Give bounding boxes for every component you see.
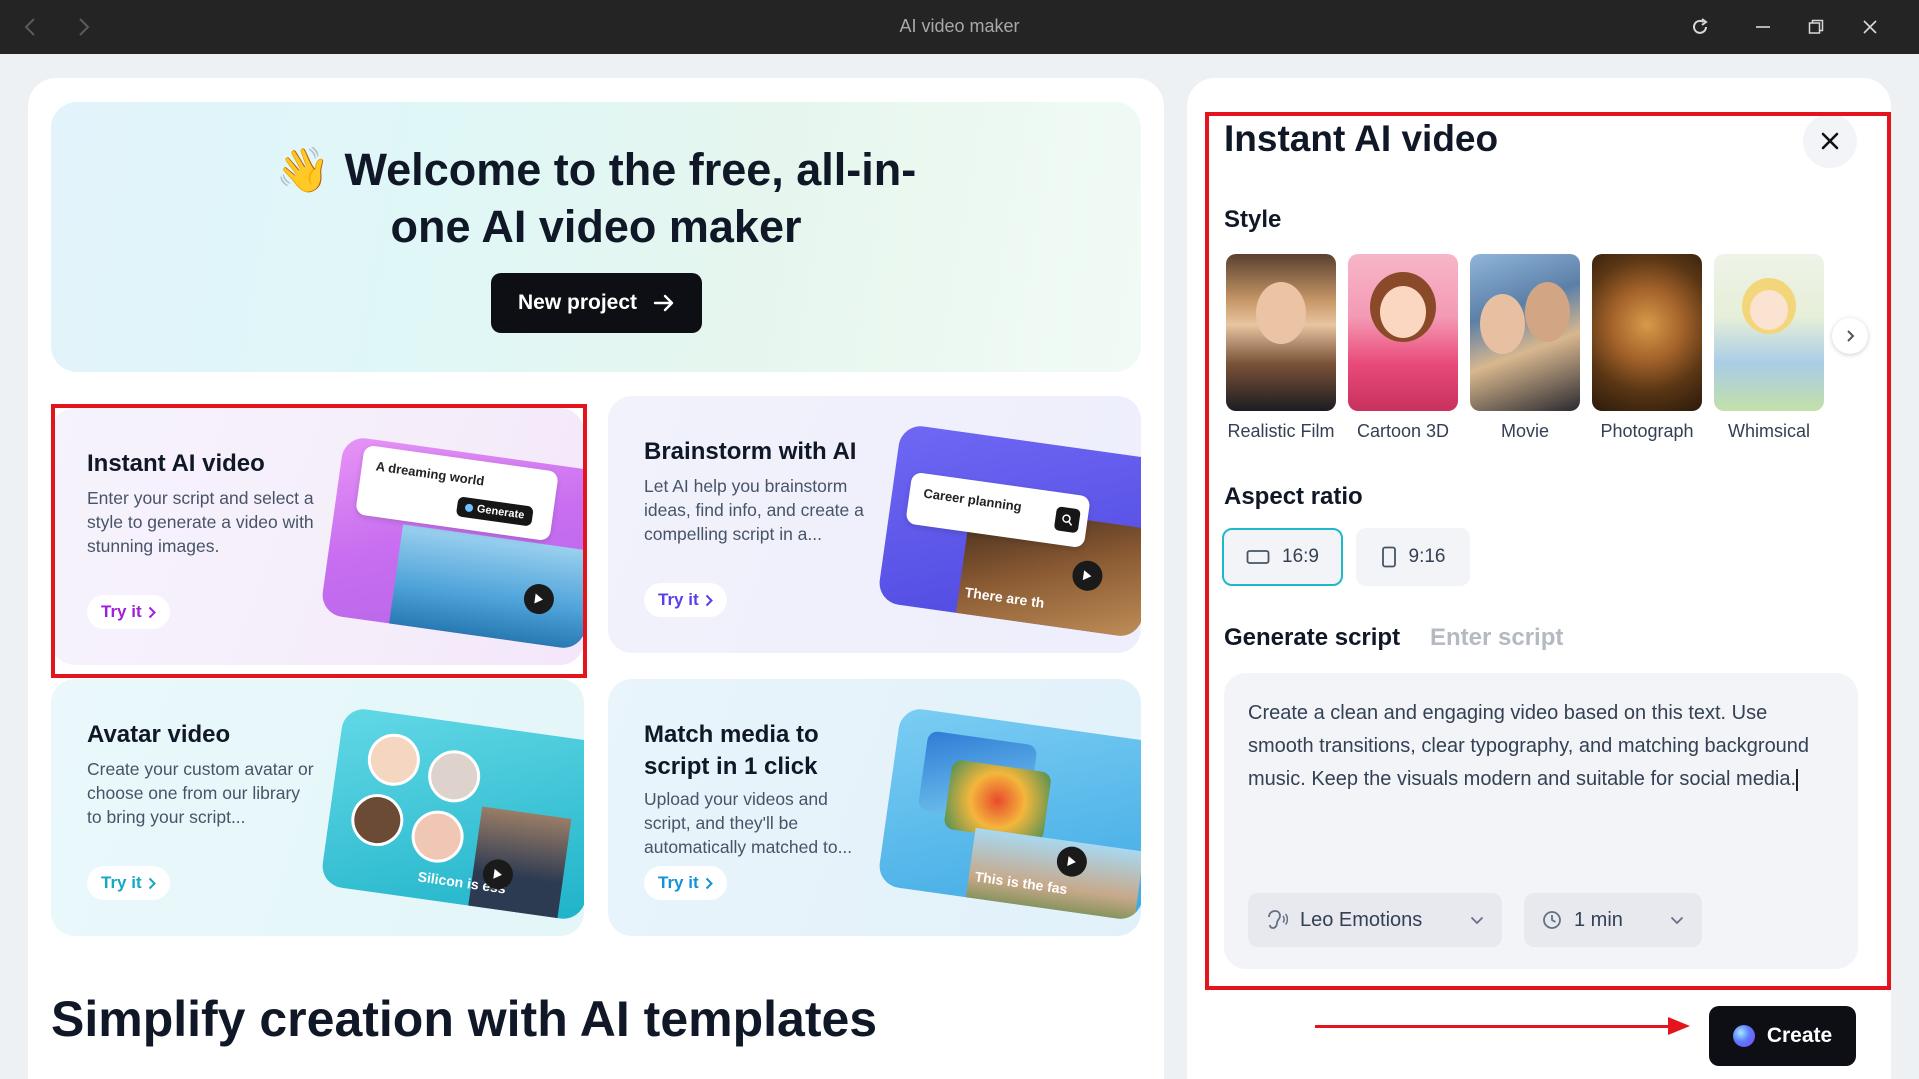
create-label: Create [1766,1024,1833,1047]
create-button[interactable]: Create [1709,1006,1856,1066]
chevron-right-icon [705,877,713,889]
chevron-right-icon [148,877,156,889]
try-it-label: Try it [658,590,699,609]
avatar-video-card[interactable]: Avatar video Create your custom avatar o… [51,679,584,936]
welcome-banner: 👋 Welcome to the free, all-in-one AI vide… [51,102,1141,372]
match-media-card[interactable]: Match media to script in 1 click Upload … [608,679,1141,936]
match-media-illustration: This is the fas [876,706,1141,922]
instant-video-highlight [51,404,587,678]
try-it-button[interactable]: Try it [87,866,170,900]
card-title: Avatar video [87,721,231,748]
try-it-label: Try it [101,873,142,892]
try-it-label: Try it [658,873,699,892]
new-project-button[interactable]: New project [491,273,702,333]
annotation-arrow-head [1668,1017,1690,1035]
avatar [424,746,484,806]
title-bar: AI video maker [0,0,1919,54]
window-title: AI video maker [899,16,1020,36]
ai-orb-icon [1732,1025,1755,1047]
hero-title: 👋 Welcome to the free, all-in-one AI vide… [51,142,1141,255]
close-window-icon[interactable] [1855,12,1885,42]
refresh-icon[interactable] [1685,12,1715,42]
card-description: Let AI help you brainstorm ideas, find i… [644,476,864,544]
panel-highlight [1205,112,1891,990]
hero-title-text: Welcome to the free, all-in-one AI video… [344,144,917,252]
brainstorm-card[interactable]: Brainstorm with AI Let AI help you brain… [608,396,1141,653]
card-description: Upload your videos and script, and they'… [644,789,853,857]
avatar-illustration: Silicon is ess [319,706,584,922]
templates-heading: Simplify creation with AI templates [51,991,878,1047]
card-title: Brainstorm with AI [644,438,857,465]
parrot-photo [943,759,1053,843]
avatar [364,730,424,790]
card-description: Create your custom avatar or choose one … [87,759,314,827]
presenter-photo [466,806,572,922]
prompt-text: Career planning [922,485,1023,515]
restore-icon[interactable] [1801,12,1831,42]
minimize-icon[interactable] [1748,12,1778,42]
arrow-right-icon [653,294,674,312]
annotation-arrow [1315,1025,1675,1028]
waving-hand-icon: 👋 [275,146,331,195]
new-project-label: New project [517,291,638,314]
card-title: Match media to script in 1 click [644,721,819,780]
try-it-button[interactable]: Try it [644,583,727,617]
avatar [347,790,407,850]
search-icon [1053,506,1081,534]
avatar [408,807,467,866]
chevron-right-icon [705,594,713,606]
try-it-button[interactable]: Try it [644,866,727,900]
